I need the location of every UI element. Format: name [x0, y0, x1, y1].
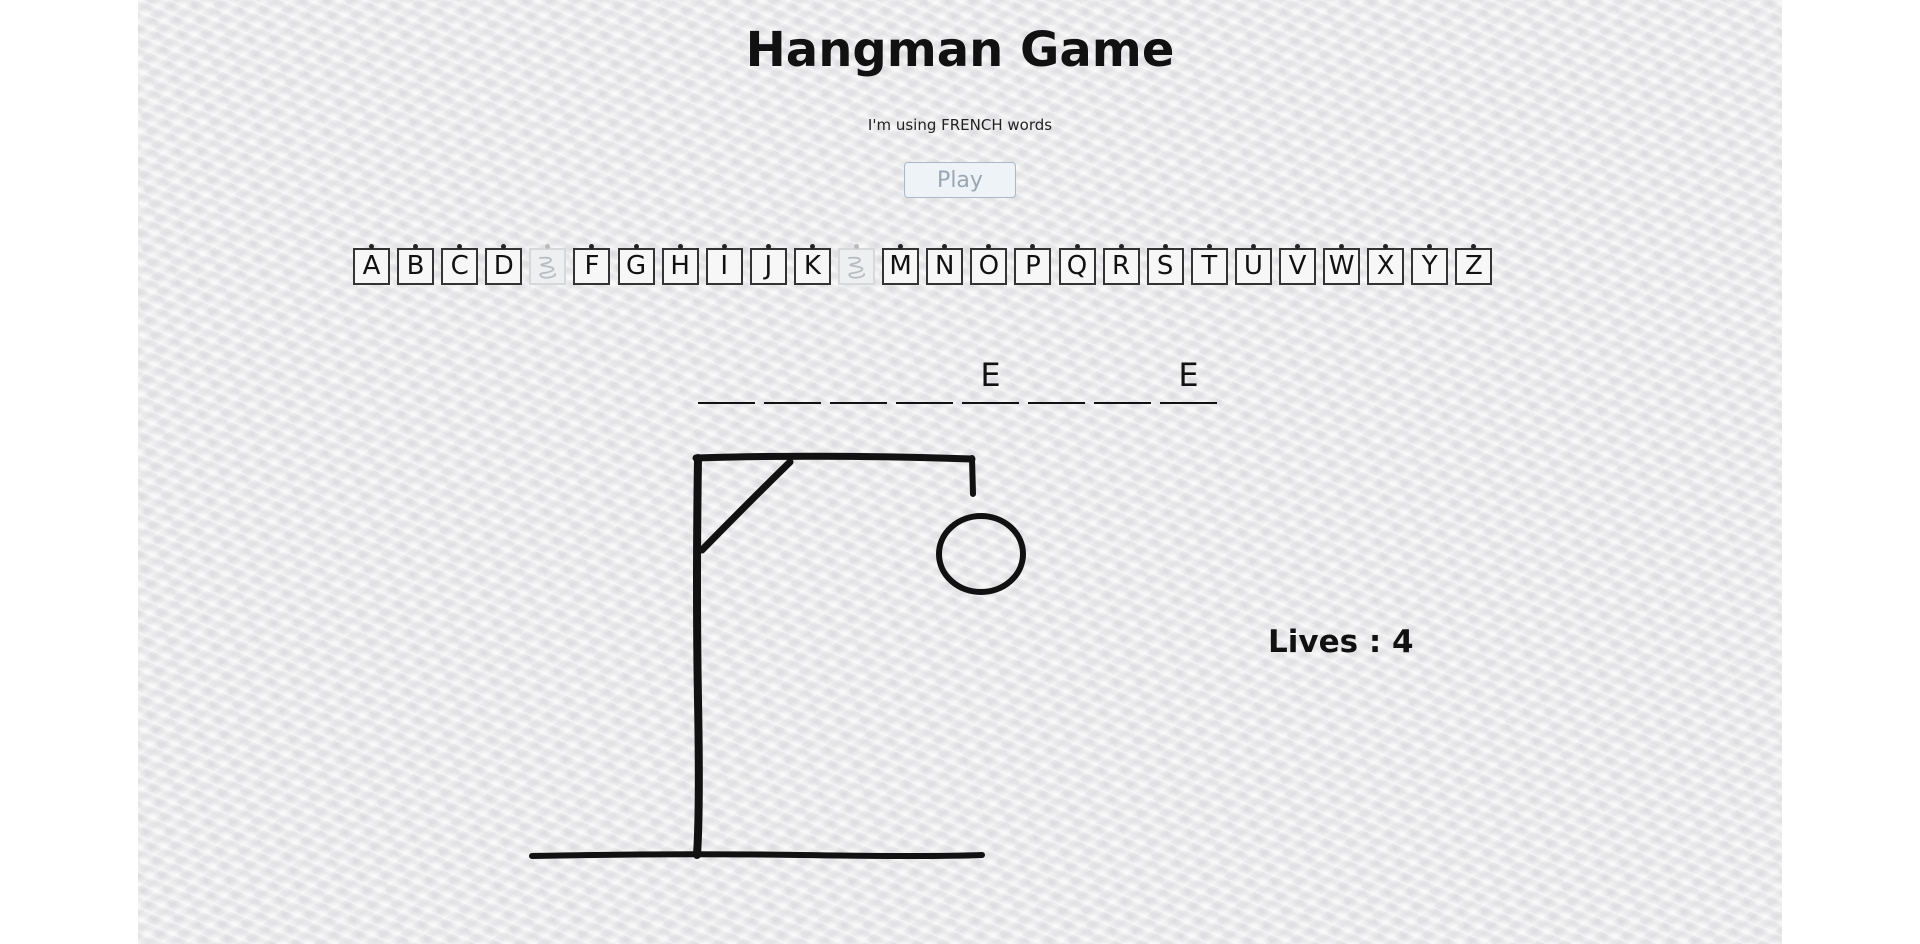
- language-note: I'm using FRENCH words: [867, 116, 1053, 134]
- letter-button-s[interactable]: S: [1146, 244, 1184, 285]
- gallows-beam: [692, 452, 976, 463]
- word-slot: [764, 350, 821, 404]
- letter-button-q[interactable]: Q: [1058, 244, 1096, 285]
- word-slots: EE: [698, 350, 1217, 404]
- word-slot: [830, 350, 887, 404]
- word-slot: [1028, 350, 1085, 404]
- letter-button-p[interactable]: P: [1014, 244, 1052, 285]
- letter-button-g[interactable]: G: [617, 244, 655, 285]
- letter-button-w[interactable]: W: [1323, 244, 1361, 285]
- letter-button-o[interactable]: O: [970, 244, 1008, 285]
- lives-counter: Lives : 4: [1268, 624, 1414, 660]
- letter-button-u[interactable]: U: [1234, 244, 1272, 285]
- word-slot: E: [962, 350, 1019, 404]
- gallows-brace: [698, 458, 794, 554]
- letter-button-i[interactable]: I: [705, 244, 743, 285]
- gallows-rope: [969, 455, 976, 497]
- word-slot: [896, 350, 953, 404]
- letter-button-r[interactable]: R: [1102, 244, 1140, 285]
- letter-buttons-row: ABCDEFGHIJKLMNOPQRSTUVWXYZ: [353, 244, 1493, 288]
- letter-button-x[interactable]: X: [1367, 244, 1405, 285]
- play-button[interactable]: Play: [904, 162, 1016, 198]
- letter-button-t[interactable]: T: [1190, 244, 1228, 285]
- scribble-mark: [848, 256, 866, 279]
- letter-button-l: L: [838, 244, 876, 285]
- letter-button-a[interactable]: A: [353, 244, 390, 285]
- word-slot: [1094, 350, 1151, 404]
- letter-button-b[interactable]: B: [397, 244, 435, 285]
- gallows-base: [529, 851, 985, 859]
- word-slot: E: [1160, 350, 1217, 404]
- hangman-head: [936, 513, 1026, 595]
- letter-button-z[interactable]: Z: [1455, 244, 1493, 285]
- letter-button-j[interactable]: J: [749, 244, 787, 285]
- letter-button-h[interactable]: H: [661, 244, 699, 285]
- letter-button-c[interactable]: C: [441, 244, 479, 285]
- letter-button-e: E: [529, 244, 567, 285]
- letter-button-k[interactable]: K: [793, 244, 831, 285]
- hangman-drawing: [529, 452, 1026, 859]
- letter-button-n[interactable]: N: [926, 244, 964, 285]
- game-title: Hangman Game: [745, 22, 1175, 78]
- letter-button-m[interactable]: M: [882, 244, 920, 285]
- letter-button-v[interactable]: V: [1278, 244, 1316, 285]
- letter-button-f[interactable]: F: [573, 244, 611, 285]
- letter-button-d[interactable]: D: [485, 244, 523, 285]
- scribble-mark: [539, 256, 557, 279]
- gallows-pole: [693, 454, 703, 859]
- letter-button-y[interactable]: Y: [1411, 244, 1449, 285]
- word-slot: [698, 350, 755, 404]
